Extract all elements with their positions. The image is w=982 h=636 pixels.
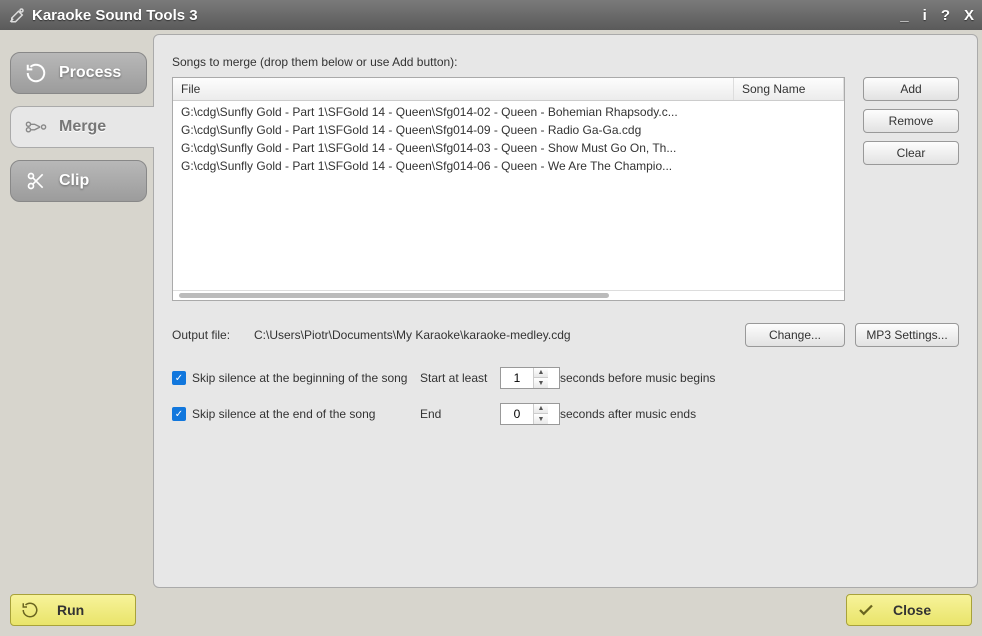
- spinner-down-icon[interactable]: ▼: [534, 414, 548, 424]
- tab-clip[interactable]: Clip: [10, 160, 147, 202]
- skip-end-checkbox[interactable]: ✓: [172, 407, 186, 421]
- tab-label: Clip: [59, 172, 89, 190]
- titlebar: Karaoke Sound Tools 3 _ i ? X: [0, 0, 982, 30]
- table-row[interactable]: G:\cdg\Sunfly Gold - Part 1\SFGold 14 - …: [173, 157, 844, 175]
- end-label: End: [420, 407, 500, 421]
- panel-instruction: Songs to merge (drop them below or use A…: [172, 55, 959, 69]
- tab-label: Merge: [59, 118, 106, 136]
- change-button[interactable]: Change...: [745, 323, 845, 347]
- skip-begin-label: Skip silence at the beginning of the son…: [192, 371, 407, 385]
- table-header: File Song Name: [173, 78, 844, 101]
- col-file[interactable]: File: [173, 78, 734, 100]
- songs-table[interactable]: File Song Name G:\cdg\Sunfly Gold - Part…: [172, 77, 845, 301]
- spinner-down-icon[interactable]: ▼: [534, 378, 548, 388]
- output-file-label: Output file:: [172, 328, 244, 342]
- window-controls: _ i ? X: [900, 7, 974, 24]
- output-file-path: C:\Users\Piotr\Documents\My Karaoke\kara…: [254, 328, 735, 342]
- table-row[interactable]: G:\cdg\Sunfly Gold - Part 1\SFGold 14 - …: [173, 121, 844, 139]
- footer: Run Close: [4, 588, 978, 632]
- app-logo-icon: [8, 6, 26, 24]
- spinner-up-icon[interactable]: ▲: [534, 368, 548, 378]
- horizontal-scrollbar[interactable]: [173, 290, 844, 300]
- close-window-button[interactable]: X: [964, 7, 974, 24]
- check-icon: [857, 601, 875, 619]
- remove-button[interactable]: Remove: [863, 109, 959, 133]
- clear-button[interactable]: Clear: [863, 141, 959, 165]
- run-button[interactable]: Run: [10, 594, 136, 626]
- spinner-up-icon[interactable]: ▲: [534, 404, 548, 414]
- app-title: Karaoke Sound Tools 3: [32, 7, 900, 24]
- start-seconds-spinner[interactable]: ▲▼: [500, 367, 560, 389]
- start-at-least-label: Start at least: [420, 371, 500, 385]
- tab-label: Process: [59, 64, 121, 82]
- merge-panel: Songs to merge (drop them below or use A…: [153, 34, 978, 588]
- end-seconds-spinner[interactable]: ▲▼: [500, 403, 560, 425]
- skip-begin-checkbox[interactable]: ✓: [172, 371, 186, 385]
- table-row[interactable]: G:\cdg\Sunfly Gold - Part 1\SFGold 14 - …: [173, 103, 844, 121]
- run-icon: [21, 601, 39, 619]
- end-seconds-input[interactable]: [501, 404, 533, 424]
- add-button[interactable]: Add: [863, 77, 959, 101]
- sidebar: Process Merge Clip: [4, 34, 153, 588]
- start-suffix-label: seconds before music begins: [560, 371, 959, 385]
- table-row[interactable]: G:\cdg\Sunfly Gold - Part 1\SFGold 14 - …: [173, 139, 844, 157]
- minimize-button[interactable]: _: [900, 7, 908, 24]
- start-seconds-input[interactable]: [501, 368, 533, 388]
- info-button[interactable]: i: [923, 7, 927, 24]
- scissors-icon: [25, 170, 47, 192]
- col-song-name[interactable]: Song Name: [734, 78, 844, 100]
- merge-icon: [25, 116, 47, 138]
- help-button[interactable]: ?: [941, 7, 950, 24]
- skip-end-label: Skip silence at the end of the song: [192, 407, 375, 421]
- process-icon: [25, 62, 47, 84]
- tab-process[interactable]: Process: [10, 52, 147, 94]
- mp3-settings-button[interactable]: MP3 Settings...: [855, 323, 959, 347]
- close-button[interactable]: Close: [846, 594, 972, 626]
- end-suffix-label: seconds after music ends: [560, 407, 959, 421]
- tab-merge[interactable]: Merge: [10, 106, 154, 148]
- table-body[interactable]: G:\cdg\Sunfly Gold - Part 1\SFGold 14 - …: [173, 101, 844, 290]
